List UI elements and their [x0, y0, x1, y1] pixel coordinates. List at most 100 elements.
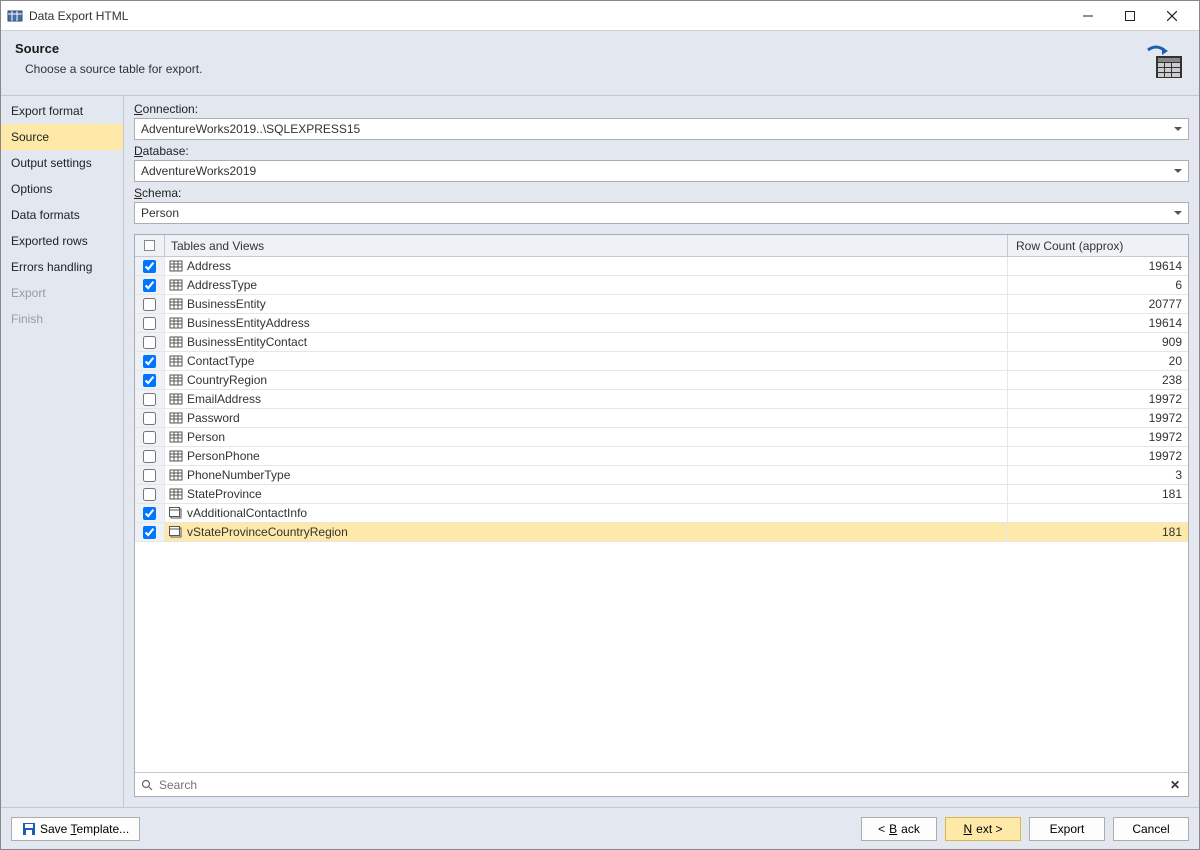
- row-count: 19972: [1008, 447, 1188, 465]
- row-checkbox[interactable]: [143, 488, 156, 501]
- table-row[interactable]: vStateProvinceCountryRegion181: [135, 523, 1188, 542]
- sidebar-item-exported-rows[interactable]: Exported rows: [1, 228, 123, 254]
- schema-combo[interactable]: Person: [134, 202, 1189, 224]
- row-count: 6: [1008, 276, 1188, 294]
- col-header-count[interactable]: Row Count (approx): [1008, 235, 1188, 256]
- window-title: Data Export HTML: [29, 9, 1067, 23]
- sidebar-item-errors-handling[interactable]: Errors handling: [1, 254, 123, 280]
- row-checkbox[interactable]: [143, 298, 156, 311]
- sidebar-item-export: Export: [1, 280, 123, 306]
- row-count: 19614: [1008, 314, 1188, 332]
- schema-label: Schema:: [134, 186, 1189, 200]
- close-button[interactable]: [1151, 1, 1193, 31]
- minimize-button[interactable]: [1067, 1, 1109, 31]
- sidebar-item-output-settings[interactable]: Output settings: [1, 150, 123, 176]
- grid-body[interactable]: Address19614 AddressType 6BusinessEntity20…: [135, 257, 1188, 772]
- row-name: Password: [187, 411, 240, 425]
- row-checkbox[interactable]: [143, 279, 156, 292]
- grid-search-bar: ✕: [135, 772, 1188, 796]
- next-button[interactable]: Next >: [945, 817, 1021, 841]
- back-button[interactable]: < Back: [861, 817, 937, 841]
- row-name: BusinessEntityContact: [187, 335, 307, 349]
- connection-combo[interactable]: AdventureWorks2019..\SQLEXPRESS15: [134, 118, 1189, 140]
- wizard-footer: Save Template... < Back Next > Export Ca…: [1, 807, 1199, 849]
- row-checkbox[interactable]: [143, 450, 156, 463]
- connection-label: Connection:: [134, 102, 1189, 116]
- row-count: 909: [1008, 333, 1188, 351]
- row-checkbox[interactable]: [143, 507, 156, 520]
- row-count: 19972: [1008, 409, 1188, 427]
- row-count: 238: [1008, 371, 1188, 389]
- table-icon: [169, 468, 183, 482]
- table-row[interactable]: Password 19972: [135, 409, 1188, 428]
- row-checkbox[interactable]: [143, 336, 156, 349]
- schema-value: Person: [141, 206, 179, 220]
- database-value: AdventureWorks2019: [141, 164, 256, 178]
- row-checkbox[interactable]: [143, 526, 156, 539]
- sidebar-item-source[interactable]: Source: [1, 124, 123, 150]
- row-name: AddressType: [187, 278, 257, 292]
- table-icon: [169, 373, 183, 387]
- save-template-button[interactable]: Save Template...: [11, 817, 140, 841]
- search-input[interactable]: [155, 776, 1166, 794]
- export-button[interactable]: Export: [1029, 817, 1105, 841]
- table-row[interactable]: BusinessEntityContact 909: [135, 333, 1188, 352]
- row-name: ContactType: [187, 354, 254, 368]
- row-count: 19972: [1008, 390, 1188, 408]
- table-row[interactable]: CountryRegion 238: [135, 371, 1188, 390]
- row-checkbox[interactable]: [143, 355, 156, 368]
- export-icon: [1143, 41, 1185, 83]
- row-checkbox[interactable]: [143, 469, 156, 482]
- sidebar-item-export-format[interactable]: Export format: [1, 98, 123, 124]
- table-row[interactable]: Address19614: [135, 257, 1188, 276]
- wizard-header: Source Choose a source table for export.: [1, 31, 1199, 96]
- row-checkbox[interactable]: [143, 393, 156, 406]
- row-name: PersonPhone: [187, 449, 260, 463]
- grid-header: Tables and Views Row Count (approx): [135, 235, 1188, 257]
- table-row[interactable]: vAdditionalContactInfo: [135, 504, 1188, 523]
- row-count: 19614: [1008, 257, 1188, 275]
- row-name: CountryRegion: [187, 373, 267, 387]
- row-checkbox[interactable]: [143, 374, 156, 387]
- search-icon: [139, 779, 155, 791]
- table-row[interactable]: Person19972: [135, 428, 1188, 447]
- search-clear-button[interactable]: ✕: [1166, 778, 1184, 792]
- maximize-button[interactable]: [1109, 1, 1151, 31]
- row-checkbox[interactable]: [143, 431, 156, 444]
- row-name: vStateProvinceCountryRegion: [187, 525, 348, 539]
- table-icon: [169, 278, 183, 292]
- table-row[interactable]: AddressType 6: [135, 276, 1188, 295]
- row-checkbox[interactable]: [143, 317, 156, 330]
- table-row[interactable]: BusinessEntity20777: [135, 295, 1188, 314]
- sidebar-item-finish: Finish: [1, 306, 123, 332]
- table-row[interactable]: PhoneNumberType3: [135, 466, 1188, 485]
- table-icon: [169, 449, 183, 463]
- table-row[interactable]: EmailAddress19972: [135, 390, 1188, 409]
- table-row[interactable]: PersonPhone 19972: [135, 447, 1188, 466]
- database-combo[interactable]: AdventureWorks2019: [134, 160, 1189, 182]
- row-count: 19972: [1008, 428, 1188, 446]
- view-icon: [169, 525, 183, 539]
- table-row[interactable]: ContactType20: [135, 352, 1188, 371]
- cancel-button[interactable]: Cancel: [1113, 817, 1189, 841]
- table-row[interactable]: StateProvince181: [135, 485, 1188, 504]
- row-name: BusinessEntity: [187, 297, 266, 311]
- sidebar-item-options[interactable]: Options: [1, 176, 123, 202]
- view-icon: [169, 506, 183, 520]
- table-icon: [169, 392, 183, 406]
- main-panel: Connection: AdventureWorks2019..\SQLEXPR…: [124, 96, 1199, 807]
- select-all-header[interactable]: [135, 235, 165, 256]
- row-checkbox[interactable]: [143, 260, 156, 273]
- window-controls: [1067, 1, 1193, 31]
- col-header-name[interactable]: Tables and Views: [165, 235, 1008, 256]
- table-row[interactable]: BusinessEntityAddress 19614: [135, 314, 1188, 333]
- database-label: Database:: [134, 144, 1189, 158]
- row-checkbox[interactable]: [143, 412, 156, 425]
- table-icon: [169, 335, 183, 349]
- page-title: Source: [15, 41, 1143, 56]
- wizard-steps-sidebar: Export formatSourceOutput settingsOption…: [1, 96, 124, 807]
- row-name: BusinessEntityAddress: [187, 316, 310, 330]
- sidebar-item-data-formats[interactable]: Data formats: [1, 202, 123, 228]
- row-name: PhoneNumberType: [187, 468, 290, 482]
- tables-grid: Tables and Views Row Count (approx) Addr…: [134, 234, 1189, 797]
